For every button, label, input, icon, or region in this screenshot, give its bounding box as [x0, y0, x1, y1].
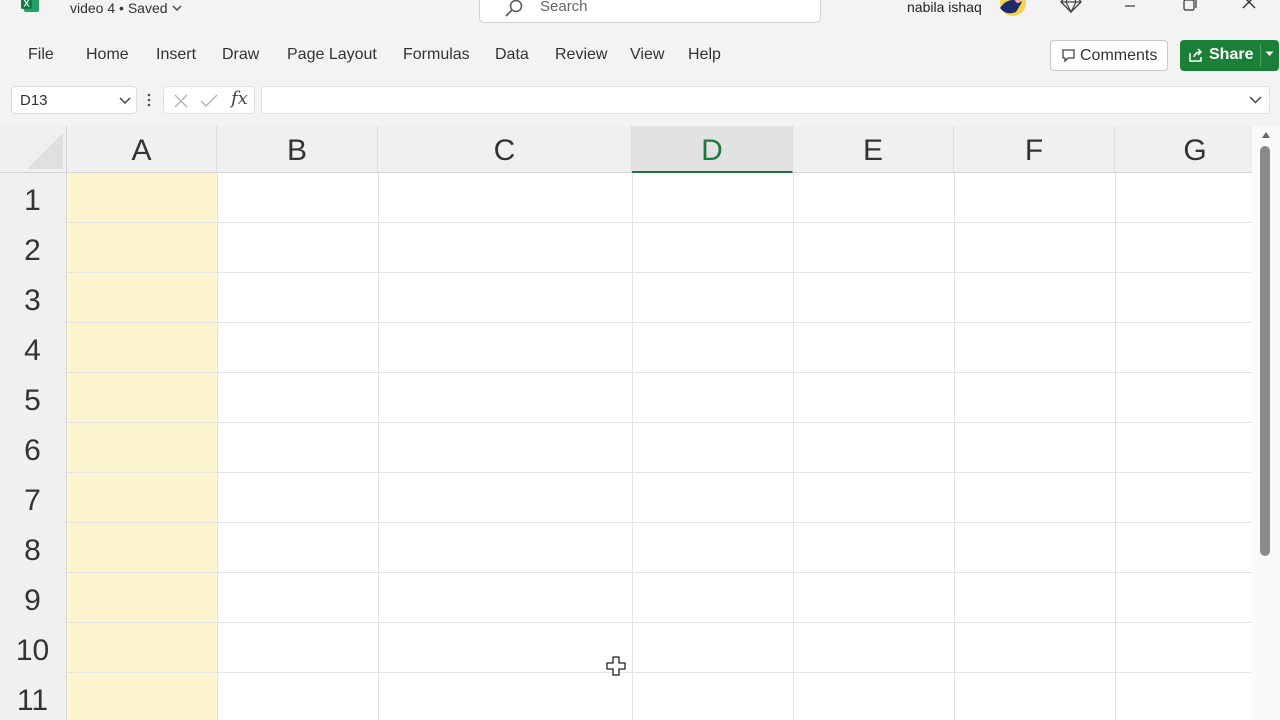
tab-home[interactable]: Home	[86, 46, 129, 64]
cell-cursor-icon	[606, 656, 626, 676]
column-header-g[interactable]: G	[1115, 126, 1252, 173]
name-box[interactable]: D13	[11, 86, 137, 114]
minimize-button[interactable]	[1116, 0, 1144, 14]
share-icon	[1189, 48, 1203, 62]
search-placeholder: Search	[540, 0, 588, 15]
tab-view[interactable]: View	[630, 46, 664, 64]
tab-help[interactable]: Help	[688, 46, 721, 64]
ribbon-tabs: File Home Insert Draw Page Layout Formul…	[0, 34, 1280, 78]
chevron-down-icon	[172, 0, 182, 15]
search-box[interactable]: Search	[479, 0, 821, 23]
column-header-e[interactable]: E	[793, 126, 954, 173]
column-header-d[interactable]: D	[632, 126, 793, 173]
gridline	[67, 522, 1252, 523]
gridline	[378, 173, 379, 720]
gridline	[67, 372, 1252, 373]
gridline	[632, 173, 633, 720]
more-options-icon[interactable]	[146, 91, 152, 109]
row-header-4[interactable]: 4	[0, 323, 67, 373]
column-a-fill	[68, 173, 217, 720]
tab-file[interactable]: File	[28, 46, 54, 64]
row-header-3[interactable]: 3	[0, 273, 67, 323]
row-header-8[interactable]: 8	[0, 523, 67, 573]
vertical-scrollbar[interactable]	[1252, 126, 1280, 720]
formula-controls: fx	[163, 86, 255, 114]
gridline	[67, 622, 1252, 623]
excel-logo-icon[interactable]: X	[21, 0, 41, 14]
column-header-c[interactable]: C	[378, 126, 632, 173]
chevron-down-icon[interactable]	[119, 97, 131, 105]
name-box-value: D13	[20, 92, 48, 109]
column-header-b[interactable]: B	[217, 126, 378, 173]
cell-area[interactable]	[67, 173, 1252, 720]
title-bar: X video 4 • Saved Search nabila ishaq	[0, 0, 1280, 24]
row-header-10[interactable]: 10	[0, 623, 67, 673]
scrollbar-thumb[interactable]	[1260, 146, 1270, 556]
share-label: Share	[1209, 46, 1254, 63]
gridline	[793, 173, 794, 720]
row-header-6[interactable]: 6	[0, 423, 67, 473]
insert-function-icon[interactable]: fx	[231, 88, 248, 109]
avatar[interactable]	[996, 0, 1028, 20]
formula-input[interactable]	[261, 86, 1270, 114]
search-icon	[505, 0, 523, 17]
document-title[interactable]: video 4 • Saved	[70, 0, 182, 16]
share-divider	[1260, 44, 1261, 67]
comments-label: Comments	[1080, 47, 1158, 64]
column-header-f[interactable]: F	[954, 126, 1115, 173]
tab-review[interactable]: Review	[555, 46, 607, 64]
row-headers: 1 2 3 4 5 6 7 8 9 10 11	[0, 173, 67, 720]
restore-button[interactable]	[1175, 0, 1203, 14]
spreadsheet-grid: A B C D E F G 1 2 3 4 5 6 7 8 9 10 11	[0, 126, 1252, 720]
gridline	[217, 173, 218, 720]
checkmark-icon[interactable]	[200, 93, 218, 109]
select-all-triangle-icon	[27, 133, 63, 169]
comments-button[interactable]: Comments	[1050, 40, 1168, 71]
column-headers: A B C D E F G	[67, 126, 1252, 173]
gridline	[67, 472, 1252, 473]
tab-draw[interactable]: Draw	[222, 46, 259, 64]
row-header-7[interactable]: 7	[0, 473, 67, 523]
tab-formulas[interactable]: Formulas	[403, 46, 470, 64]
tab-insert[interactable]: Insert	[156, 46, 196, 64]
row-header-5[interactable]: 5	[0, 373, 67, 423]
gridline	[67, 672, 1252, 673]
tab-page-layout[interactable]: Page Layout	[287, 46, 377, 64]
gridline	[67, 572, 1252, 573]
row-header-11[interactable]: 11	[0, 673, 67, 720]
close-button[interactable]	[1235, 0, 1263, 14]
cancel-icon[interactable]	[173, 93, 189, 109]
row-header-2[interactable]: 2	[0, 223, 67, 273]
gridline	[954, 173, 955, 720]
column-header-a[interactable]: A	[67, 126, 217, 173]
chevron-down-icon[interactable]	[1265, 51, 1274, 57]
share-button[interactable]: Share	[1180, 40, 1279, 71]
document-title-text: video 4 • Saved	[70, 0, 168, 16]
gridline	[1115, 173, 1116, 720]
scroll-up-icon[interactable]	[1261, 131, 1271, 139]
row-header-9[interactable]: 9	[0, 573, 67, 623]
svg-text:X: X	[23, 0, 29, 9]
comment-icon	[1062, 49, 1075, 63]
row-header-1[interactable]: 1	[0, 173, 67, 223]
select-all-button[interactable]	[0, 126, 67, 173]
gridline	[67, 222, 1252, 223]
gridline	[67, 322, 1252, 323]
chevron-down-icon[interactable]	[1249, 96, 1262, 104]
diamond-icon[interactable]	[1060, 0, 1082, 13]
user-name[interactable]: nabila ishaq	[907, 0, 982, 15]
gridline	[67, 422, 1252, 423]
tab-data[interactable]: Data	[495, 46, 529, 64]
gridline	[67, 272, 1252, 273]
